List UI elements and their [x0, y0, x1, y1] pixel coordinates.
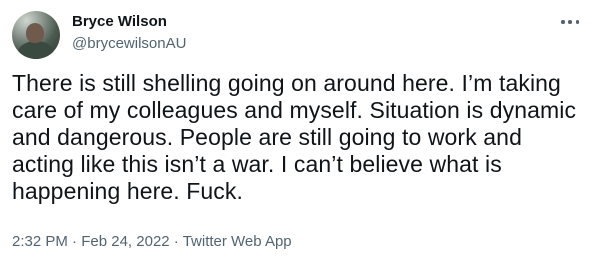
tweet-source[interactable]: Twitter Web App [183, 233, 292, 250]
tweet-time[interactable]: 2:32 PM [12, 233, 68, 250]
meta-separator: · [67, 233, 82, 250]
author-name[interactable]: Bryce Wilson [72, 13, 167, 30]
tweet-text: There is still shelling going on around … [12, 70, 577, 204]
more-icon[interactable] [558, 14, 582, 30]
tweet-date[interactable]: Feb 24, 2022 [81, 233, 169, 250]
author-handle[interactable]: @brycewilsonAU [72, 35, 186, 52]
tweet-meta: 2:32 PM · Feb 24, 2022 · Twitter Web App [12, 233, 292, 250]
more-dot [575, 20, 579, 24]
avatar[interactable] [12, 11, 60, 59]
more-dot [568, 20, 572, 24]
meta-separator: · [169, 233, 183, 250]
more-dot [561, 20, 565, 24]
avatar-face-shape [26, 23, 44, 43]
tweet-card: Bryce Wilson @brycewilsonAU There is sti… [0, 0, 595, 263]
avatar-body-shape [18, 41, 54, 59]
